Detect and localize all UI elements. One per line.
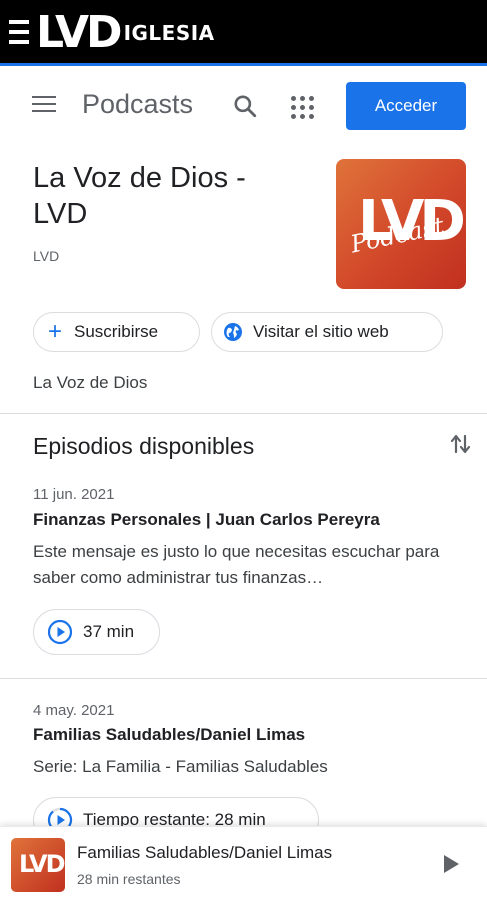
site-menu-icon[interactable] [9, 20, 29, 44]
podcast-author[interactable]: LVD [33, 248, 59, 264]
subscribe-button[interactable]: + Suscribirse [33, 312, 200, 352]
episodes-heading: Episodios disponibles [33, 433, 255, 459]
mini-player-cover: LVD [11, 838, 65, 892]
episode-title[interactable]: Familias Saludables/Daniel Limas [33, 725, 305, 745]
play-icon[interactable] [440, 853, 462, 875]
app-header: Podcasts Acceder [0, 69, 487, 143]
globe-icon [224, 323, 242, 341]
subscribe-label: Suscribirse [74, 322, 159, 341]
podcast-title: La Voz de Dios - LVD [33, 162, 246, 230]
search-icon[interactable] [232, 93, 258, 119]
episode-description[interactable]: Este mensaje es justo lo que necesitas e… [33, 539, 463, 591]
mini-cover-mark: LVD [19, 850, 65, 878]
visit-website-button[interactable]: Visitar el sitio web [211, 312, 443, 352]
plus-icon: + [48, 318, 63, 345]
episode-title[interactable]: Finanzas Personales | Juan Carlos Pereyr… [33, 510, 380, 530]
episode-date: 4 may. 2021 [33, 702, 115, 719]
logo-text: IGLESIA [123, 21, 215, 45]
podcast-description: La Voz de Dios [33, 373, 148, 392]
site-logo[interactable]: LVD IGLESIA [36, 10, 215, 56]
divider [0, 678, 487, 679]
mini-player-remaining: 28 min restantes [77, 871, 181, 887]
site-brand-bar: LVD IGLESIA [0, 0, 487, 66]
divider [0, 413, 487, 414]
apps-grid-icon[interactable] [289, 94, 314, 119]
logo-mark: LVD [36, 7, 123, 58]
episode-date: 11 jun. 2021 [33, 486, 115, 503]
mini-player-title: Familias Saludables/Daniel Limas [77, 843, 333, 862]
sort-icon[interactable] [450, 432, 472, 456]
app-title: Podcasts [82, 89, 194, 119]
menu-icon[interactable] [32, 96, 56, 114]
episode-duration: 37 min [83, 622, 135, 641]
sign-in-button[interactable]: Acceder [346, 82, 466, 130]
podcast-cover-image: LVD Podcast [336, 159, 466, 289]
play-circle-icon [47, 619, 73, 645]
visit-website-label: Visitar el sitio web [253, 322, 389, 341]
mini-player[interactable]: LVD Familias Saludables/Daniel Limas 28 … [0, 826, 487, 900]
episode-description[interactable]: Serie: La Familia - Familias Saludables [33, 754, 463, 780]
episode-play-button[interactable]: 37 min [33, 609, 160, 655]
